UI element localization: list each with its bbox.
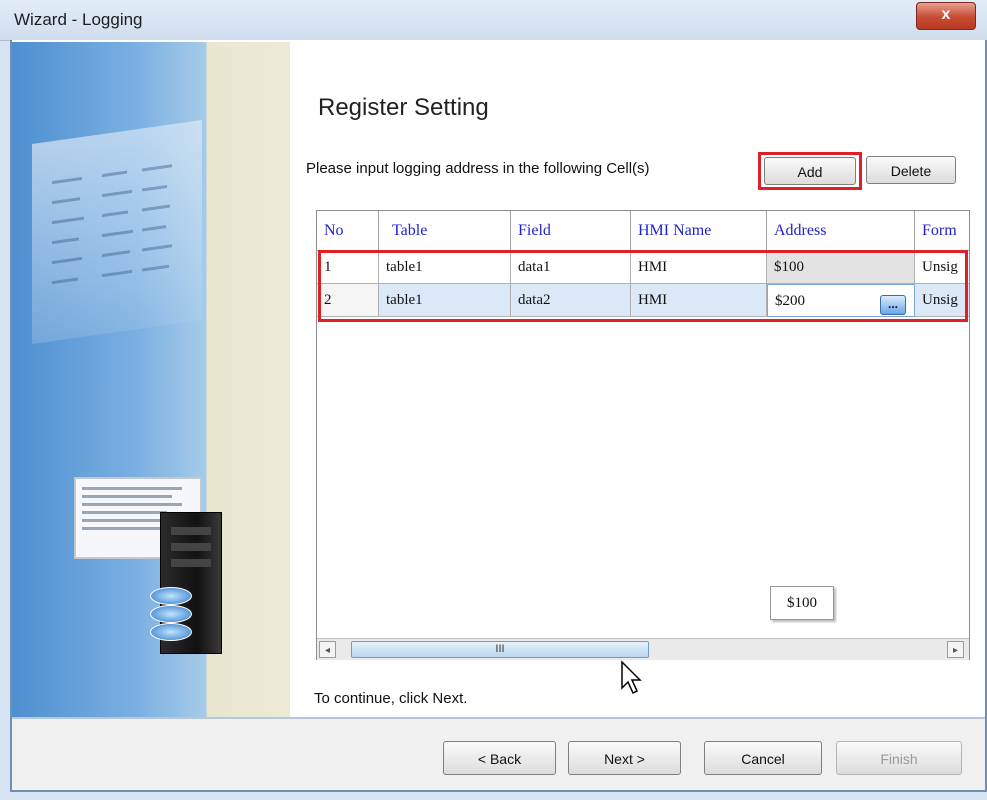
cancel-button[interactable]: Cancel: [704, 741, 822, 775]
mouse-cursor-icon: [621, 660, 642, 695]
close-icon: x: [941, 6, 951, 23]
grid-header: No Table Field HMI Name Address Form: [317, 211, 969, 251]
scroll-right-icon[interactable]: ▸: [947, 641, 964, 658]
scroll-thumb[interactable]: III: [351, 641, 649, 658]
title-bar: Wizard - Logging x: [0, 0, 987, 41]
continue-hint: To continue, click Next.: [314, 690, 468, 707]
column-header-hmi-name[interactable]: HMI Name: [631, 211, 767, 251]
database-icon: [150, 587, 192, 641]
add-button-highlight: [758, 152, 862, 190]
column-header-format[interactable]: Form: [915, 211, 969, 251]
column-header-address[interactable]: Address: [767, 211, 915, 251]
wizard-sidebar-graphic: [12, 42, 290, 717]
address-tooltip: $100: [770, 586, 834, 620]
wizard-window: Wizard - Logging x Register Setting Plea…: [0, 0, 987, 800]
column-header-no[interactable]: No: [317, 211, 379, 251]
address-browse-button[interactable]: ...: [880, 295, 906, 315]
next-button[interactable]: Next >: [568, 741, 681, 775]
column-header-field[interactable]: Field: [511, 211, 631, 251]
instruction-text: Please input logging address in the foll…: [306, 160, 650, 177]
finish-button[interactable]: Finish: [836, 741, 962, 775]
window-title: Wizard - Logging: [14, 10, 143, 29]
scroll-left-icon[interactable]: ◂: [319, 641, 336, 658]
horizontal-scrollbar[interactable]: ◂ III ▸: [317, 638, 969, 660]
close-button[interactable]: x: [916, 2, 976, 30]
rows-highlight: [318, 250, 968, 322]
column-header-table[interactable]: Table: [385, 211, 511, 251]
spreadsheet-graphic: [32, 120, 202, 344]
back-button[interactable]: < Back: [443, 741, 556, 775]
page-title: Register Setting: [318, 94, 489, 121]
delete-button[interactable]: Delete: [866, 156, 956, 184]
